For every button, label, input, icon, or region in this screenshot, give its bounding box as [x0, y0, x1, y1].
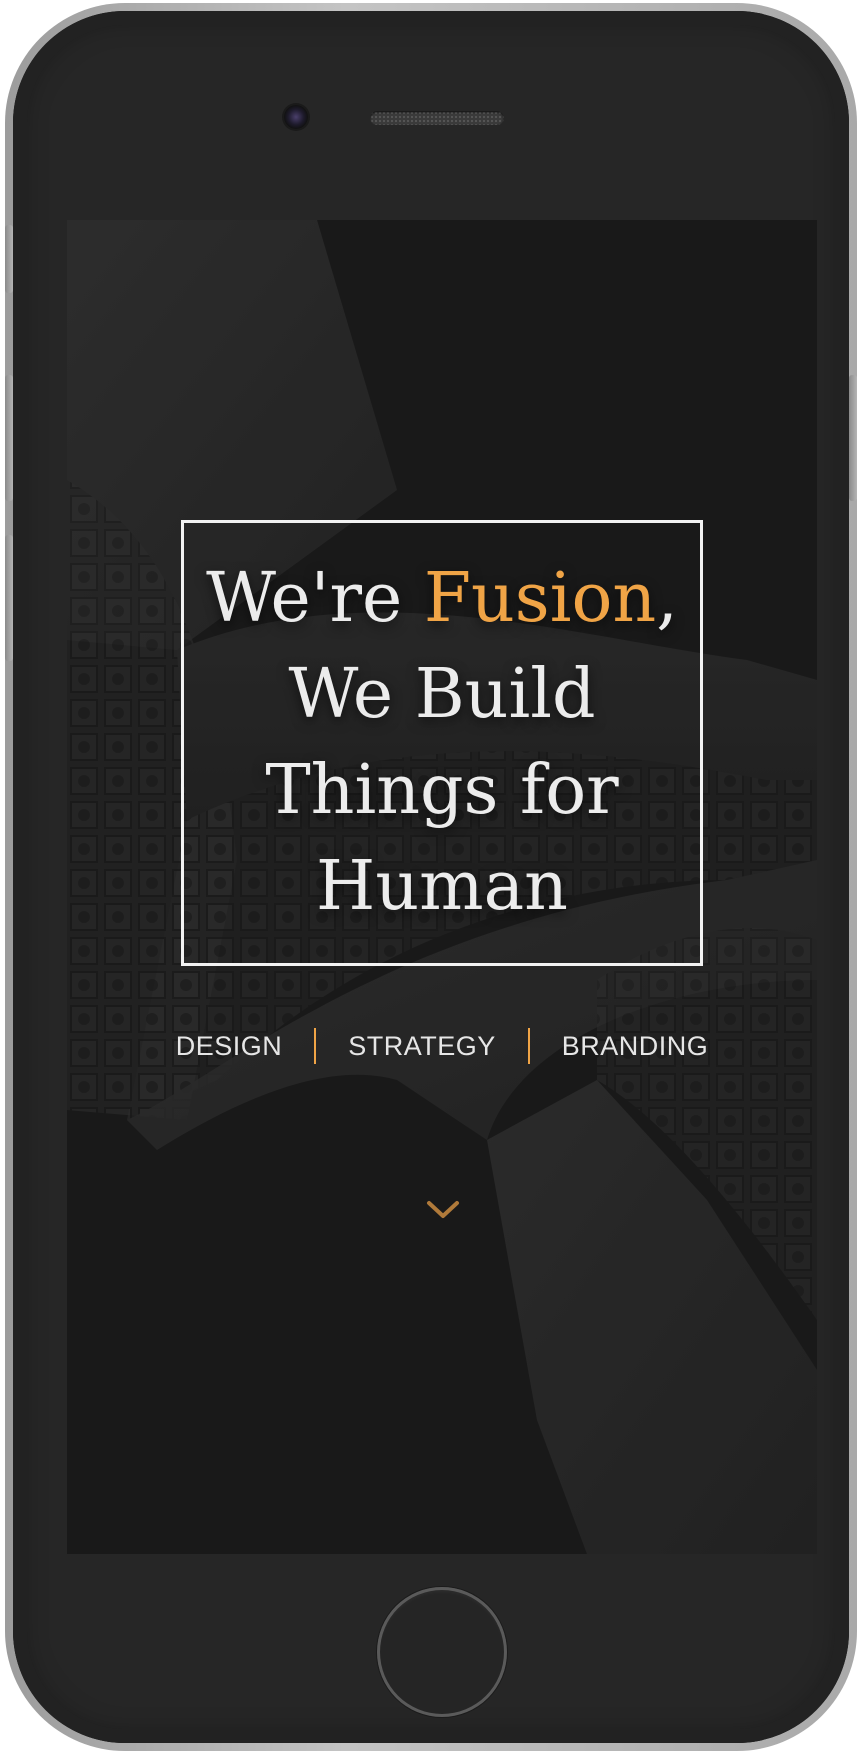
hero-title-line-3: Things for [265, 751, 619, 830]
camera-icon [284, 105, 308, 129]
volume-down-button[interactable] [5, 535, 13, 661]
speaker-grille [370, 111, 504, 125]
phone-body: We're Fusion, We Build Things for Human … [13, 11, 849, 1743]
phone-screen: We're Fusion, We Build Things for Human … [67, 220, 817, 1554]
power-button[interactable] [849, 375, 857, 501]
tag-strategy: STRATEGY [348, 1030, 496, 1061]
tag-design: DESIGN [175, 1030, 283, 1061]
mute-switch[interactable] [5, 225, 13, 293]
phone-device-frame: We're Fusion, We Build Things for Human … [5, 3, 857, 1751]
hero-title: We're Fusion, We Build Things for Human [206, 551, 678, 935]
home-button[interactable] [377, 1587, 507, 1717]
scroll-down-button[interactable] [425, 1198, 461, 1222]
hero-title-brand: Fusion [423, 559, 657, 638]
hero-title-line-2: We Build [288, 655, 596, 734]
hero-title-prefix: We're [206, 559, 424, 638]
tag-branding: BRANDING [561, 1030, 709, 1061]
hero-title-line-4: Human [316, 847, 568, 926]
hero-frame: We're Fusion, We Build Things for Human [181, 520, 703, 966]
hero-title-comma: , [656, 559, 678, 638]
service-tags: DESIGN STRATEGY BRANDING [67, 1028, 817, 1064]
volume-up-button[interactable] [5, 375, 13, 501]
chevron-down-icon [427, 1201, 459, 1218]
